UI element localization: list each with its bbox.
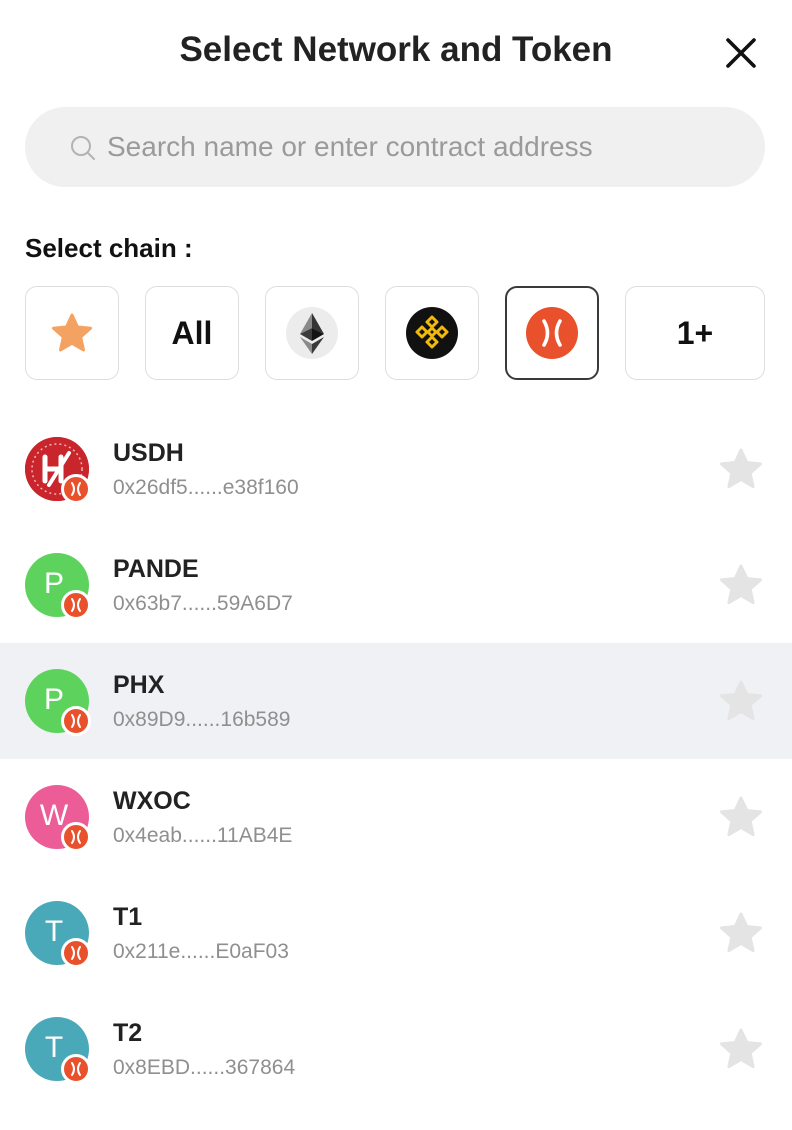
token-row-t1[interactable]: T T1 0x211e......E0aF03 (0, 875, 792, 991)
chain-badge (61, 938, 91, 968)
search-input[interactable] (107, 107, 727, 187)
favorite-button[interactable] (718, 563, 764, 607)
modal-title: Select Network and Token (179, 30, 613, 69)
bnb-chain-icon (406, 307, 458, 359)
favorite-button[interactable] (718, 795, 764, 839)
network-logo-icon (71, 482, 81, 496)
token-symbol: PHX (113, 671, 165, 699)
token-address: 0x211e......E0aF03 (113, 940, 289, 963)
search-icon (71, 136, 95, 160)
chain-button-favorites[interactable] (25, 286, 119, 380)
token-address: 0x4eab......11AB4E (113, 824, 293, 847)
token-address: 0x26df5......e38f160 (113, 476, 299, 499)
star-icon (720, 448, 762, 489)
network-logo-icon (71, 830, 81, 844)
network-logo-icon (71, 1062, 81, 1076)
select-network-token-modal: Select Network and Token Select chain : … (0, 0, 792, 1130)
favorite-button[interactable] (718, 447, 764, 491)
chain-button-network-selected[interactable] (505, 286, 599, 380)
star-icon (720, 564, 762, 605)
network-logo-icon (71, 598, 81, 612)
star-icon (720, 680, 762, 721)
token-row-usdh[interactable]: USDH 0x26df5......e38f160 (0, 411, 792, 527)
modal-header: Select Network and Token (0, 0, 792, 100)
token-row-phx[interactable]: P PHX 0x89D9......16b589 (0, 643, 792, 759)
token-address: 0x63b7......59A6D7 (113, 592, 293, 615)
token-row-pande[interactable]: P PANDE 0x63b7......59A6D7 (0, 527, 792, 643)
select-chain-label: Select chain : (25, 233, 193, 263)
token-list: USDH 0x26df5......e38f160 P PANDE 0x63b7… (0, 411, 792, 1107)
ethereum-icon (286, 307, 338, 359)
token-avatar-letter: P (43, 567, 64, 600)
chain-badge (61, 590, 91, 620)
favorite-button[interactable] (718, 911, 764, 955)
star-icon (720, 796, 762, 837)
close-icon (726, 38, 756, 68)
token-symbol: T2 (113, 1019, 143, 1047)
token-address: 0x8EBD......367864 (113, 1056, 296, 1079)
token-avatar-letter: T (44, 915, 64, 948)
chain-badge (61, 1054, 91, 1084)
chain-button-bnb[interactable] (385, 286, 479, 380)
chain-badge (61, 822, 91, 852)
token-symbol: T1 (113, 903, 143, 931)
token-avatar-letter: T (44, 1031, 64, 1064)
token-avatar-letter: P (43, 683, 64, 716)
token-row-t2[interactable]: T T2 0x8EBD......367864 (0, 991, 792, 1107)
token-symbol: PANDE (113, 555, 199, 583)
token-row-wxoc[interactable]: W WXOC 0x4eab......11AB4E (0, 759, 792, 875)
chain-button-more[interactable]: 1+ (625, 286, 765, 380)
chain-button-ethereum[interactable] (265, 286, 359, 380)
star-icon (720, 1028, 762, 1069)
chain-button-all[interactable]: All (145, 286, 239, 380)
close-button[interactable] (722, 34, 760, 72)
star-icon (52, 313, 92, 352)
chain-badge (61, 706, 91, 736)
chain-all-label: All (171, 314, 213, 351)
token-address: 0x89D9......16b589 (113, 708, 291, 731)
search-bar (25, 107, 765, 187)
network-logo-icon (71, 714, 81, 728)
network-logo-icon (71, 946, 81, 960)
chain-more-label: 1+ (676, 314, 714, 351)
star-icon (720, 912, 762, 953)
favorite-button[interactable] (718, 1027, 764, 1071)
token-symbol: WXOC (113, 787, 191, 815)
favorite-button[interactable] (718, 679, 764, 723)
chain-badge (61, 474, 91, 504)
network-logo-icon (526, 307, 578, 359)
token-symbol: USDH (113, 439, 184, 467)
